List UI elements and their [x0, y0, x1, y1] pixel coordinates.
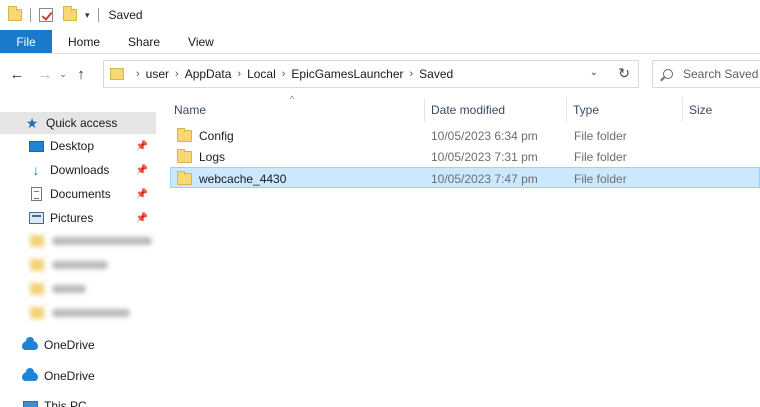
sidebar-item-documents[interactable]: Documents 📌: [0, 183, 156, 205]
navigation-pane: ★ Quick access Desktop 📌 ↓ Downloads 📌 D…: [0, 94, 160, 407]
divider: [30, 8, 31, 22]
sidebar-item-label: Documents: [50, 187, 111, 201]
ribbon-tabs: File Home Share View: [0, 30, 760, 54]
sidebar-item-label: OneDrive: [44, 338, 95, 352]
chevron-right-icon[interactable]: ›: [175, 68, 179, 80]
breadcrumb-saved[interactable]: Saved: [419, 67, 453, 81]
table-row[interactable]: Logs 10/05/2023 7:31 pm File folder: [170, 146, 760, 167]
customize-toolbar-chevron-icon[interactable]: ▾: [85, 10, 90, 21]
sidebar-item-label: Quick access: [46, 116, 118, 130]
file-date: 10/05/2023 7:31 pm: [431, 149, 538, 164]
sidebar-item-label: This PC: [44, 399, 87, 407]
computer-icon: [22, 399, 38, 407]
cloud-icon: [22, 367, 38, 383]
file-type: File folder: [574, 171, 627, 186]
column-header-size[interactable]: Size: [682, 98, 760, 122]
file-type: File folder: [574, 128, 627, 143]
file-name-label: Config: [199, 128, 234, 143]
sidebar-item-label: OneDrive: [44, 369, 95, 383]
file-name-label: webcache_4430: [199, 171, 287, 186]
folder-icon: [177, 127, 192, 142]
sidebar-item-label: Pictures: [50, 211, 94, 225]
file-date: 10/05/2023 6:34 pm: [431, 128, 538, 143]
file-name: Logs: [177, 146, 225, 167]
tab-share[interactable]: Share: [114, 30, 174, 53]
sidebar-item-onedrive[interactable]: OneDrive: [0, 334, 156, 356]
column-header-type[interactable]: Type: [566, 98, 682, 122]
table-row-selected[interactable]: webcache_4430 10/05/2023 7:47 pm File fo…: [170, 167, 760, 188]
chevron-right-icon[interactable]: ›: [282, 68, 286, 80]
up-arrow-icon[interactable]: ↑: [70, 66, 92, 83]
breadcrumb-local[interactable]: Local: [247, 67, 276, 81]
pin-icon[interactable]: 📌: [136, 213, 148, 224]
search-icon: [663, 69, 673, 79]
documents-icon: [28, 187, 44, 201]
folder-icon[interactable]: [8, 6, 22, 21]
search-placeholder: Search Saved: [683, 67, 759, 81]
download-icon: ↓: [32, 162, 40, 178]
pin-icon[interactable]: 📌: [136, 189, 148, 200]
properties-icon[interactable]: [39, 8, 53, 22]
title-bar: ▾ Saved: [0, 0, 760, 30]
sidebar-item-redacted[interactable]: [30, 304, 130, 322]
sidebar-item-quick-access[interactable]: ★ Quick access: [0, 112, 156, 134]
file-name-label: Logs: [199, 149, 226, 164]
sidebar-item-downloads[interactable]: ↓ Downloads 📌: [0, 159, 156, 181]
star-icon: ★: [25, 115, 39, 131]
folder-icon: [110, 68, 124, 80]
tab-home[interactable]: Home: [52, 30, 114, 53]
search-input[interactable]: Search Saved: [652, 60, 760, 88]
tab-view[interactable]: View: [174, 30, 228, 53]
chevron-right-icon[interactable]: ›: [409, 68, 413, 80]
breadcrumb-appdata[interactable]: AppData: [185, 67, 232, 81]
refresh-icon[interactable]: ↻: [618, 65, 630, 82]
forward-arrow-icon[interactable]: →: [34, 66, 56, 83]
sidebar-item-onedrive[interactable]: OneDrive: [0, 365, 156, 387]
back-arrow-icon[interactable]: ←: [6, 66, 28, 83]
file-type: File folder: [574, 149, 627, 164]
navigation-bar: ← → ⌄ ↑ › user › AppData › Local › EpicG…: [0, 54, 760, 94]
file-date: 10/05/2023 7:47 pm: [431, 171, 538, 186]
sidebar-item-desktop[interactable]: Desktop 📌: [0, 135, 156, 157]
address-history-chevron-down-icon[interactable]: ⌄: [590, 67, 598, 78]
sidebar-item-this-pc[interactable]: This PC: [0, 395, 156, 407]
window-title: Saved: [108, 8, 143, 22]
breadcrumb-user[interactable]: user: [146, 67, 169, 81]
column-headers: Name Date modified Type Size: [168, 98, 760, 122]
new-folder-icon[interactable]: [63, 6, 77, 21]
sidebar-item-redacted[interactable]: [30, 256, 108, 274]
sidebar-item-pictures[interactable]: Pictures 📌: [0, 207, 156, 229]
breadcrumb-epicgameslauncher[interactable]: EpicGamesLauncher: [291, 67, 403, 81]
folder-icon: [177, 148, 192, 163]
file-name: webcache_4430: [177, 168, 286, 189]
chevron-right-icon[interactable]: ›: [237, 68, 241, 80]
recent-locations-chevron-icon[interactable]: ⌄: [56, 69, 70, 80]
column-header-name[interactable]: Name: [168, 98, 423, 122]
sidebar-item-label: Desktop: [50, 139, 95, 153]
folder-icon: [177, 170, 192, 185]
desktop-icon: [28, 139, 44, 153]
sidebar-item-redacted[interactable]: [30, 232, 152, 250]
sidebar-item-label: Downloads: [50, 163, 110, 177]
file-name: Config: [177, 125, 234, 146]
tab-file[interactable]: File: [0, 30, 52, 53]
pin-icon[interactable]: 📌: [136, 141, 148, 152]
divider: [97, 8, 99, 22]
cloud-icon: [22, 336, 38, 352]
sidebar-item-redacted[interactable]: [30, 280, 86, 298]
column-header-date-modified[interactable]: Date modified: [424, 98, 566, 122]
pictures-icon: [28, 211, 44, 225]
chevron-right-icon[interactable]: ›: [136, 68, 140, 80]
pin-icon[interactable]: 📌: [136, 165, 148, 176]
table-row[interactable]: Config 10/05/2023 6:34 pm File folder: [170, 125, 760, 146]
file-list: ^ Name Date modified Type Size Config 10…: [168, 94, 760, 407]
address-bar[interactable]: › user › AppData › Local › EpicGamesLaun…: [103, 60, 639, 88]
